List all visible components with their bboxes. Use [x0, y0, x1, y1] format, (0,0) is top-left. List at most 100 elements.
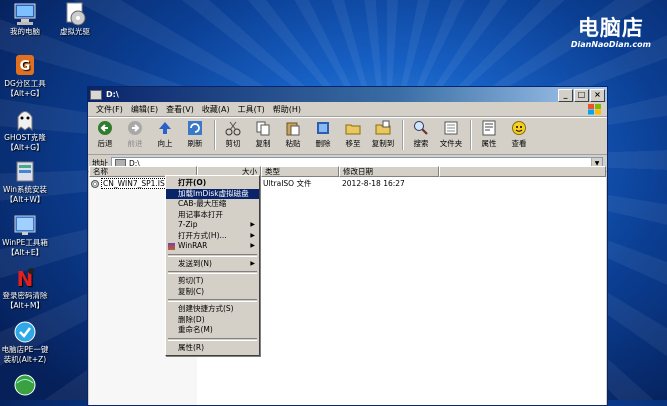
- menu-item-7zip[interactable]: 7-Zip ▶: [166, 220, 259, 231]
- desktop-icon-partial[interactable]: [0, 372, 56, 397]
- toolbar-separator: [470, 120, 472, 150]
- svg-text:G: G: [20, 59, 31, 74]
- menu-edit[interactable]: 编辑(E): [127, 104, 162, 115]
- desktop-icon-win-setup[interactable]: Win系统安装 【Alt+W】: [0, 160, 56, 205]
- back-button[interactable]: 后退: [92, 120, 118, 149]
- paste-icon: [285, 120, 301, 136]
- refresh-label: 刷新: [187, 139, 203, 148]
- brand-name: 电脑店: [577, 16, 644, 40]
- menu-view[interactable]: 查看(V): [162, 104, 198, 115]
- toolbar-separator: [402, 120, 404, 150]
- properties-button[interactable]: 属性: [476, 120, 502, 149]
- properties-label: 属性: [481, 139, 497, 148]
- menu-item-create-shortcut[interactable]: 创建快捷方式(S): [166, 304, 259, 315]
- menu-file[interactable]: 文件(F): [92, 104, 127, 115]
- up-button[interactable]: 向上: [152, 120, 178, 149]
- iso-disc-icon: [91, 179, 99, 188]
- menu-tools[interactable]: 工具(T): [234, 104, 269, 115]
- forward-arrow-icon: [127, 120, 143, 136]
- menu-item-delete[interactable]: 删除(D): [166, 315, 259, 326]
- menu-favorites[interactable]: 收藏(A): [198, 104, 234, 115]
- virtual-drive-icon: [62, 2, 88, 26]
- desktop-icon-label: WinPE工具箱: [2, 238, 48, 247]
- copy-to-label: 复制到: [371, 139, 395, 148]
- desktop-icon-dg-partition[interactable]: G DG分区工具 【Alt+G】: [0, 54, 56, 99]
- menu-separator: [168, 253, 257, 257]
- menu-item-label: 打开方式(H)...: [178, 230, 227, 240]
- forward-button[interactable]: 前进: [122, 120, 148, 149]
- move-to-label: 移至: [345, 139, 361, 148]
- folders-button[interactable]: 文件夹: [438, 120, 464, 149]
- password-clear-icon: N: [12, 266, 38, 291]
- submenu-arrow-icon: ▶: [250, 231, 255, 239]
- maximize-button[interactable]: □: [574, 89, 589, 102]
- refresh-icon: [187, 120, 203, 136]
- refresh-button[interactable]: 刷新: [182, 120, 208, 149]
- cut-button[interactable]: 剪切: [220, 120, 246, 149]
- ghost-icon: [12, 108, 38, 132]
- menu-item-open[interactable]: 打开(O): [166, 178, 259, 189]
- cut-label: 剪切: [225, 139, 241, 148]
- copy-button[interactable]: 复制: [250, 120, 276, 149]
- winrar-icon: [168, 243, 175, 250]
- menu-item-open-with[interactable]: 打开方式(H)... ▶: [166, 231, 259, 242]
- menu-item-label: 发送到(N): [178, 258, 212, 268]
- delete-button[interactable]: 删除: [310, 120, 336, 149]
- copy-icon: [255, 120, 271, 136]
- windows-logo-icon: [588, 104, 601, 115]
- desktop-icon-label: Win系统安装: [2, 185, 48, 194]
- copy-to-button[interactable]: 复制到: [370, 120, 396, 149]
- desktop-icon-label-2: 【Alt+M】: [6, 301, 44, 310]
- desktop-icon-label-2: 装机(Alt+Z): [3, 355, 47, 364]
- menu-separator: [168, 271, 257, 274]
- menu-item-winrar[interactable]: WinRAR ▶: [166, 241, 259, 252]
- paste-button[interactable]: 粘贴: [280, 120, 306, 149]
- menu-item-cut[interactable]: 剪切(T): [166, 276, 259, 287]
- menu-separator: [168, 337, 257, 341]
- menu-separator: [168, 299, 257, 302]
- submenu-arrow-icon: ▶: [250, 221, 255, 228]
- globe-icon: [12, 372, 38, 396]
- desktop-icon-label: 虚拟光驱: [60, 27, 90, 36]
- menu-bar: 文件(F) 编辑(E) 查看(V) 收藏(A) 工具(T) 帮助(H): [88, 102, 607, 117]
- back-label: 后退: [97, 139, 113, 148]
- menu-item-send-to[interactable]: 发送到(N) ▶: [166, 259, 259, 270]
- scissors-icon: [225, 120, 241, 136]
- search-icon: [413, 120, 429, 136]
- menu-item-rename[interactable]: 重命名(M): [166, 325, 259, 336]
- title-bar[interactable]: D:\ _ □ ×: [88, 87, 607, 102]
- desktop-icon-virtual-drive[interactable]: 虚拟光驱: [44, 2, 106, 37]
- menu-item-copy[interactable]: 复制(C): [166, 287, 259, 298]
- winpe-toolbox-icon: [12, 213, 38, 237]
- column-modified[interactable]: 修改日期: [339, 166, 439, 177]
- up-label: 向上: [157, 139, 173, 148]
- submenu-arrow-icon: ▶: [250, 259, 255, 267]
- toolbar: 后退 前进 向上 刷新 剪切 复制 粘贴 删除 移至 复制到 搜索 文件夹 属性…: [88, 117, 607, 155]
- column-type[interactable]: 类型: [261, 166, 339, 177]
- delete-icon: [315, 120, 331, 136]
- menu-item-cab-compress[interactable]: CAB-最大压缩: [166, 199, 259, 210]
- menu-item-label: WinRAR: [178, 241, 208, 250]
- menu-item-properties[interactable]: 属性(R): [166, 343, 259, 354]
- context-menu: 打开(O) 加载ImDisk虚拟磁盘 CAB-最大压缩 用记事本打开 7-Zip…: [165, 175, 260, 356]
- views-button[interactable]: 查看: [506, 120, 532, 149]
- close-button[interactable]: ×: [590, 89, 605, 102]
- menu-item-load-imdisk[interactable]: 加载ImDisk虚拟磁盘: [166, 188, 259, 199]
- menu-item-label: 7-Zip: [178, 220, 198, 229]
- pe-install-icon: [12, 320, 38, 344]
- brand-site: DianNaoDian.com: [570, 40, 651, 49]
- search-button[interactable]: 搜索: [408, 120, 434, 149]
- desktop-icon-password-clear[interactable]: N 登录密码清除 【Alt+M】: [0, 266, 56, 311]
- desktop-icon-ghost[interactable]: GHOST克隆 【Alt+G】: [0, 108, 56, 153]
- minimize-button[interactable]: _: [558, 89, 573, 102]
- desktop-icon-label-2: 【Alt+G】: [6, 89, 44, 98]
- desktop-icon-winpe-toolbox[interactable]: WinPE工具箱 【Alt+E】: [0, 213, 56, 258]
- menu-help[interactable]: 帮助(H): [269, 104, 305, 115]
- menu-item-open-notepad[interactable]: 用记事本打开: [166, 210, 259, 221]
- file-type: UltraISO 文件: [263, 179, 312, 188]
- move-to-button[interactable]: 移至: [340, 120, 366, 149]
- desktop-icon-label-2: 【Alt+G】: [6, 143, 44, 152]
- desktop-icon-label: 电脑店PE一键: [1, 345, 49, 354]
- desktop-icon-pe-install[interactable]: 电脑店PE一键 装机(Alt+Z): [0, 320, 56, 365]
- paste-label: 粘贴: [285, 139, 301, 148]
